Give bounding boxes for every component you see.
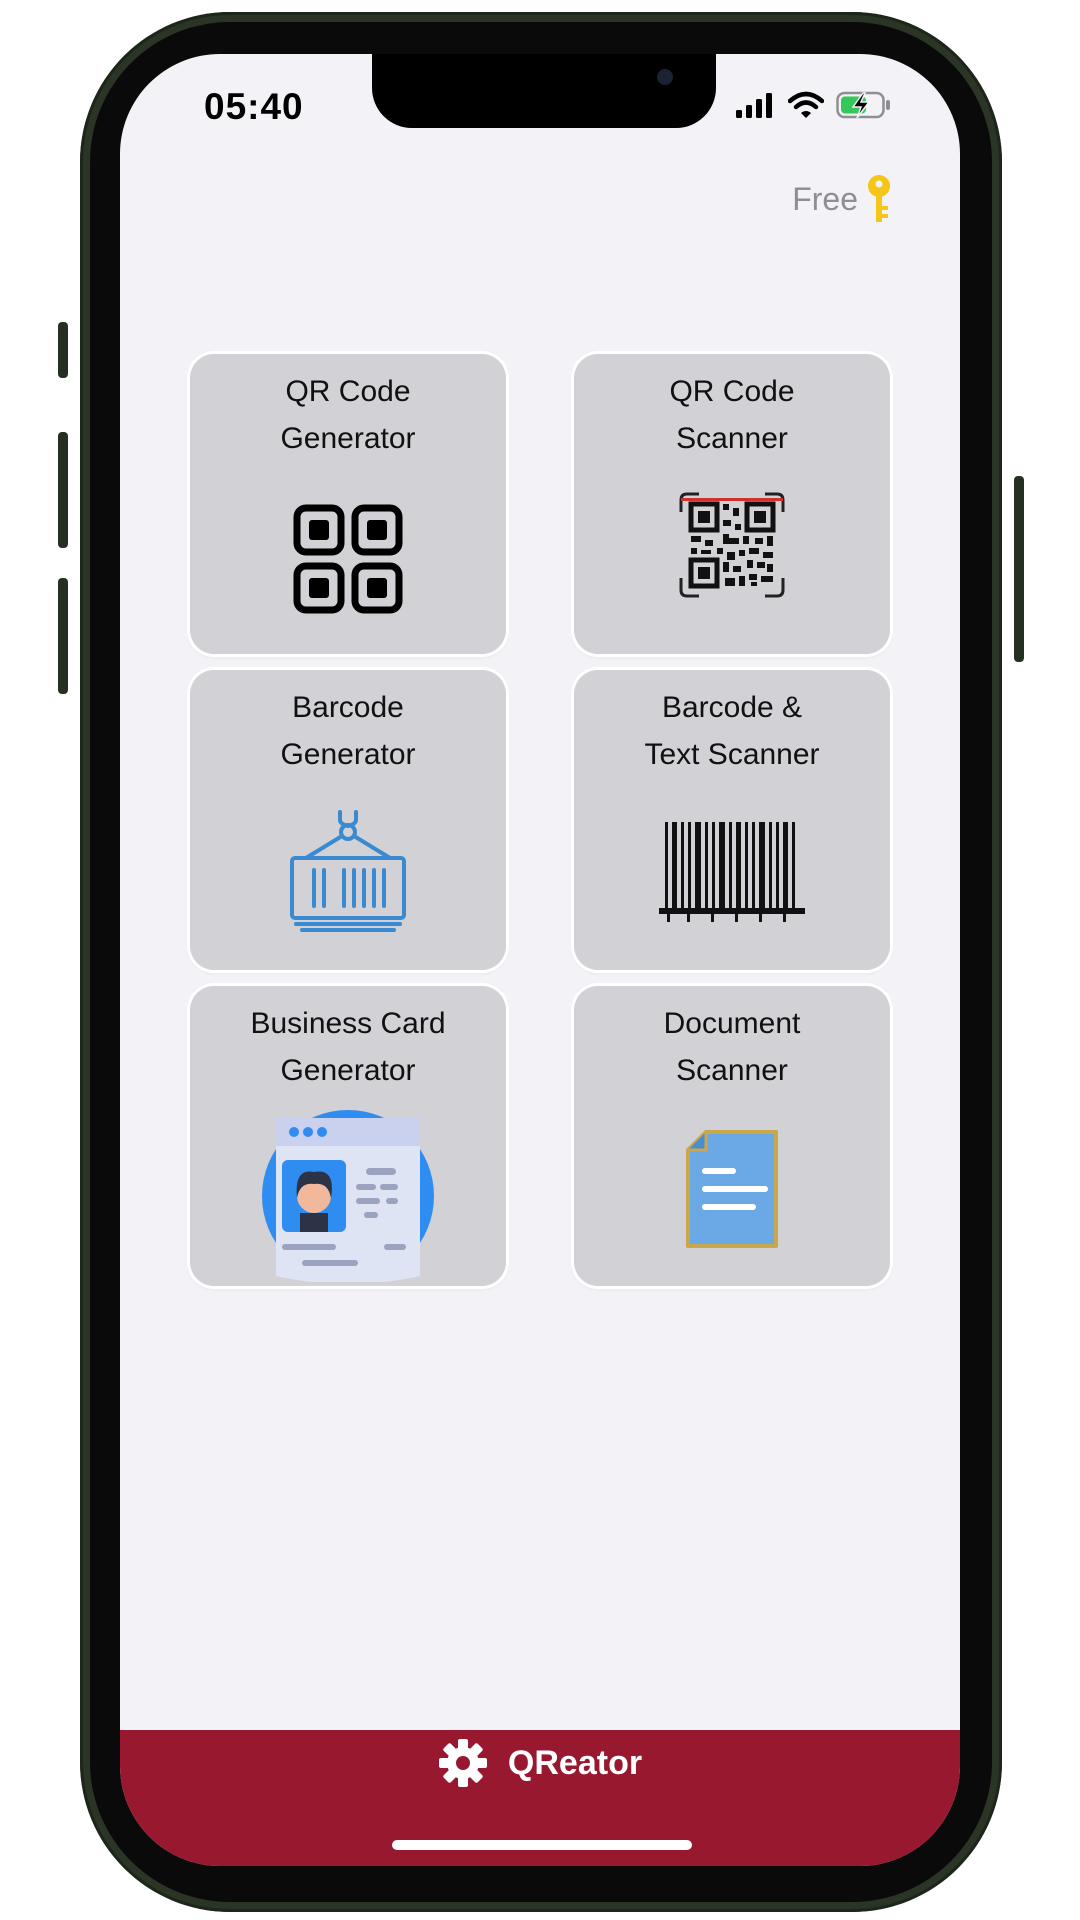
barcode-icon <box>659 822 805 922</box>
tile-title: QR Code Generator <box>280 375 416 455</box>
volume-down-button <box>58 578 68 694</box>
screen: 05:40 Free QR Code Generator QR Code Sca… <box>120 54 960 1866</box>
tile-document-scanner[interactable]: Document Scanner <box>574 986 890 1286</box>
tile-business-card-generator[interactable]: Business Card Generator <box>190 986 506 1286</box>
tile-title: Business Card Generator <box>250 1007 446 1087</box>
tile-barcode-generator[interactable]: Barcode Generator <box>190 670 506 970</box>
notch <box>372 54 716 128</box>
power-button <box>1014 476 1024 662</box>
volume-up-button <box>58 432 68 548</box>
app-title-row: QReator <box>120 1730 960 1796</box>
tile-barcode-text-scanner[interactable]: Barcode & Text Scanner <box>574 670 890 970</box>
home-indicator[interactable] <box>392 1840 692 1850</box>
qr-scan-icon <box>679 492 785 598</box>
shipping-container-icon <box>290 810 406 932</box>
qr-code-icon <box>293 504 403 614</box>
status-time: 05:40 <box>204 86 304 127</box>
silent-switch <box>58 322 68 378</box>
gear-icon[interactable] <box>438 1738 488 1788</box>
bottom-bar: QReator <box>120 1730 960 1866</box>
battery-charging-icon <box>836 91 890 119</box>
tile-qr-code-scanner[interactable]: QR Code Scanner <box>574 354 890 654</box>
key-icon <box>868 175 890 222</box>
tile-title: Document Scanner <box>663 1007 801 1087</box>
cellular-signal-icon <box>736 93 772 118</box>
document-icon <box>686 1130 778 1248</box>
front-camera <box>657 69 673 85</box>
wifi-icon <box>788 91 824 118</box>
plan-label: Free <box>792 180 858 217</box>
status-icons <box>736 90 892 120</box>
tile-title: QR Code Scanner <box>669 375 795 455</box>
tile-qr-code-generator[interactable]: QR Code Generator <box>190 354 506 654</box>
app-name: QReator <box>507 1743 643 1782</box>
id-card-icon <box>262 1110 434 1282</box>
tile-title: Barcode Generator <box>280 691 416 771</box>
tile-title: Barcode & Text Scanner <box>644 691 820 771</box>
plan-indicator[interactable]: Free <box>792 174 892 224</box>
